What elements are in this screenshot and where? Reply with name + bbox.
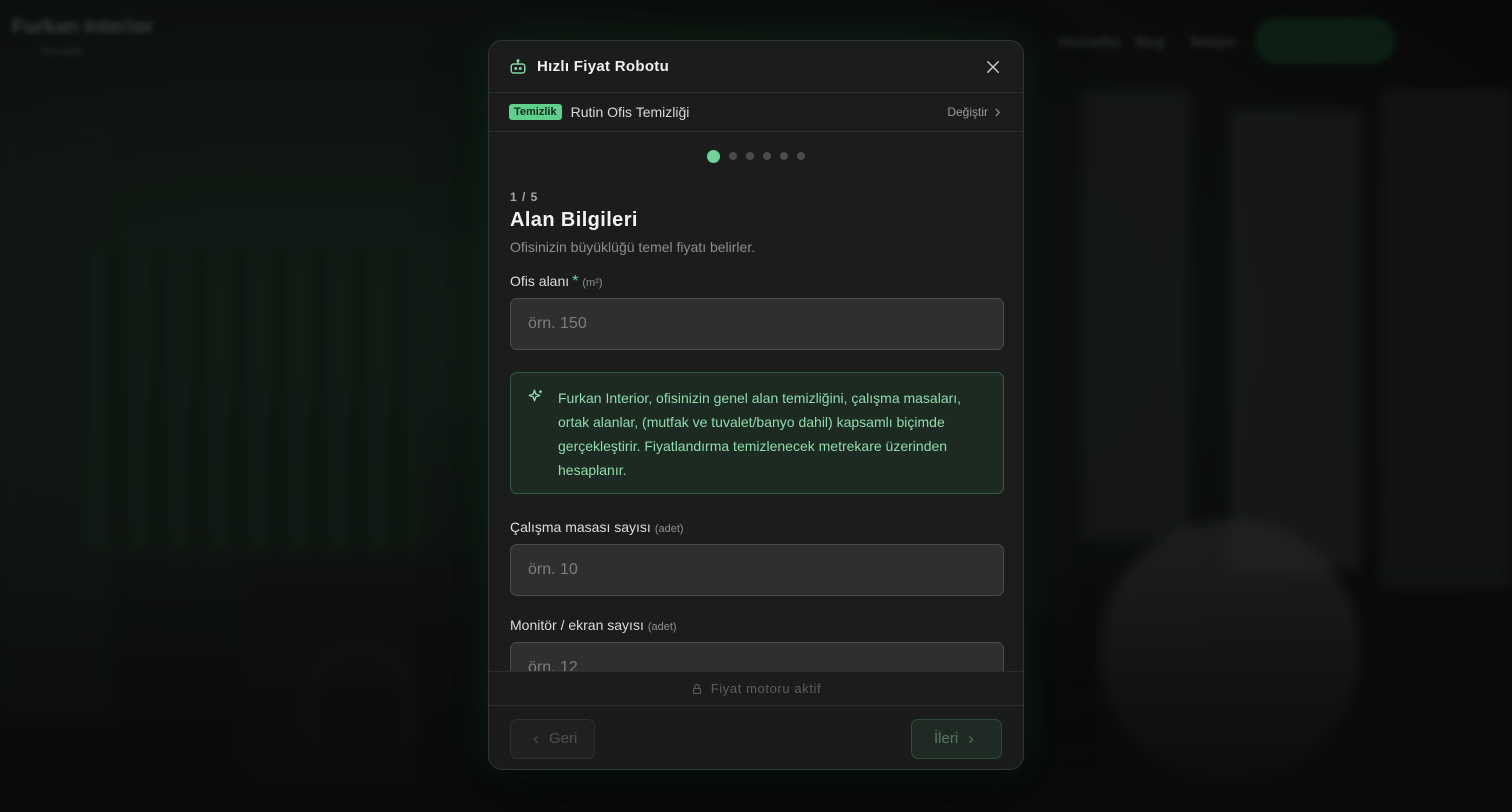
next-button[interactable]: İleri [911,718,1002,759]
sparkle-icon [527,388,545,406]
info-text: Furkan Interior, ofisinizin genel alan t… [558,390,962,478]
step-dot [729,152,737,160]
price-robot-modal: Hızlı Fiyat Robotu Temizlik Rutin Ofis T… [488,40,1024,770]
monitor-count-input[interactable] [510,642,1004,673]
office-area-input[interactable] [510,298,1004,350]
step-dot [780,152,788,160]
modal-title: Hızlı Fiyat Robotu [537,58,670,75]
step-dot [746,152,754,160]
back-button-label: Geri [549,730,578,747]
field-label: Monitör / ekran sayısı [510,617,644,633]
selected-service-bar: Temizlik Rutin Ofis Temizliği Değiştir [489,93,1023,132]
section-title: Alan Bilgileri [510,209,638,231]
modal-footer: Geri İleri [489,706,1023,769]
robot-icon [509,58,527,76]
lock-icon [691,683,703,695]
modal-body[interactable]: 1 / 5 Alan Bilgileri Ofisinizin büyüklüğ… [489,133,1023,673]
step-counter: 1 / 5 [510,190,539,204]
chevron-right-icon [995,108,1000,116]
engine-status: Fiyat motoru aktif [489,671,1023,706]
section-description: Ofisinizin büyüklüğü temel fiyatı belirl… [510,239,756,255]
field-unit: (m²) [582,277,603,289]
chevron-right-icon [966,734,976,744]
close-icon [987,60,999,73]
field-unit: (adet) [647,621,677,633]
required-mark: * [572,273,579,290]
desk-count-input[interactable] [510,544,1004,596]
category-badge: Temizlik [509,104,562,120]
field-office-area: Ofis alanı * (m²) [510,273,1004,350]
info-box: Furkan Interior, ofisinizin genel alan t… [510,372,1004,494]
next-button-label: İleri [934,730,959,747]
field-label: Ofis alanı [510,273,570,289]
back-button[interactable]: Geri [510,718,595,759]
step-dot [797,152,805,160]
step-indicator [510,149,1002,163]
field-desk-count: Çalışma masası sayısı (adet) [510,519,1004,596]
chevron-left-icon [531,734,541,744]
close-button[interactable] [983,57,1003,77]
field-label: Çalışma masası sayısı [510,519,651,535]
field-unit: (adet) [654,523,684,535]
modal-header: Hızlı Fiyat Robotu [489,41,1023,93]
change-service-button[interactable]: Değiştir [947,105,1003,119]
change-service-label: Değiştir [947,105,988,119]
step-dot [763,152,771,160]
step-dot-active [707,149,720,163]
field-monitor-count: Monitör / ekran sayısı (adet) [510,617,1004,673]
engine-status-text: Fiyat motoru aktif [710,681,822,696]
service-name: Rutin Ofis Temizliği [570,104,690,120]
